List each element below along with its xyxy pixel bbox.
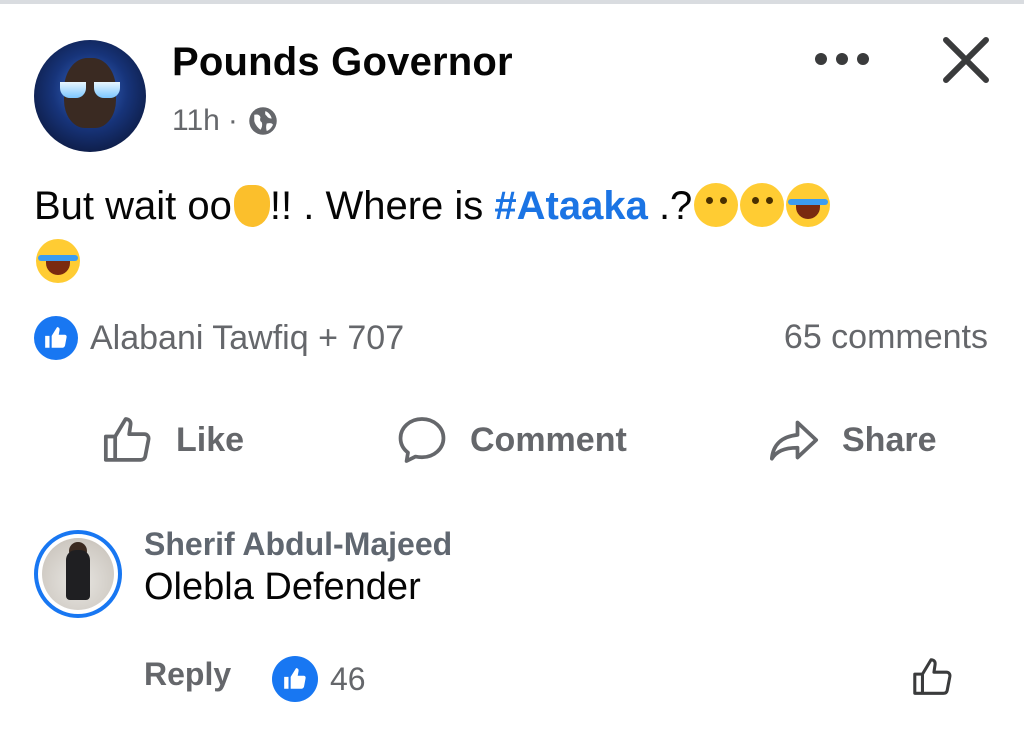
avatar-glasses bbox=[60, 82, 120, 98]
avatar-figure bbox=[66, 550, 90, 600]
post-text-part-3: .? bbox=[647, 184, 693, 228]
share-button[interactable]: Share bbox=[766, 412, 937, 468]
post-meta: 11h · bbox=[172, 104, 278, 138]
like-reaction-icon bbox=[272, 656, 318, 702]
top-divider bbox=[0, 0, 1024, 4]
post-text-part-2: !! . Where is bbox=[269, 184, 495, 228]
comment-text: Olebla Defender bbox=[144, 566, 421, 608]
close-icon[interactable] bbox=[938, 32, 994, 88]
reaction-summary-text: Alabani Tawfiq + 707 bbox=[90, 318, 405, 357]
reply-button[interactable]: Reply bbox=[144, 656, 231, 693]
comment-like-icon[interactable] bbox=[910, 654, 956, 700]
commenter-avatar[interactable] bbox=[34, 530, 122, 618]
like-button[interactable]: Like bbox=[100, 412, 244, 468]
share-arrow-icon bbox=[769, 420, 819, 461]
post-text: But wait oo !! . Where is #Ataaka .? bbox=[34, 178, 994, 290]
thumbs-up-icon bbox=[103, 417, 151, 462]
tears-of-joy-emoji bbox=[786, 183, 831, 227]
post-time[interactable]: 11h bbox=[172, 104, 220, 138]
author-avatar[interactable] bbox=[34, 40, 146, 152]
comment-bubble-icon bbox=[398, 417, 446, 463]
thinking-face-emoji bbox=[694, 183, 739, 227]
globe-icon bbox=[249, 107, 277, 135]
comment-author-name[interactable]: Sherif Abdul-Majeed bbox=[144, 526, 452, 563]
comment-reaction-count: 46 bbox=[330, 660, 366, 697]
tears-of-joy-emoji bbox=[36, 239, 80, 283]
comments-count[interactable]: 65 comments bbox=[784, 318, 988, 357]
share-label: Share bbox=[842, 420, 937, 459]
comment-button[interactable]: Comment bbox=[394, 412, 627, 468]
comment-label: Comment bbox=[470, 420, 627, 459]
meta-separator: · bbox=[227, 104, 238, 137]
raised-hand-emoji bbox=[233, 185, 270, 227]
thinking-face-emoji bbox=[740, 183, 785, 227]
hashtag-link[interactable]: #Ataaka bbox=[494, 184, 647, 228]
comment-reactions[interactable]: 46 bbox=[272, 656, 366, 702]
post-author-name[interactable]: Pounds Governor bbox=[172, 40, 513, 85]
reaction-summary[interactable]: Alabani Tawfiq + 707 bbox=[34, 316, 404, 360]
like-reaction-icon bbox=[34, 316, 78, 360]
post-text-part-1: But wait oo bbox=[34, 184, 232, 228]
more-options-icon[interactable] bbox=[814, 52, 870, 66]
like-label: Like bbox=[176, 420, 245, 459]
